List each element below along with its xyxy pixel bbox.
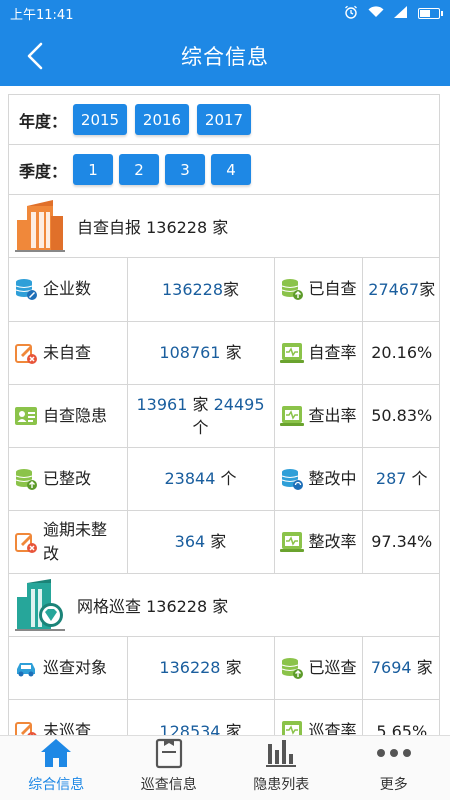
alarm-icon (344, 5, 358, 22)
database-up-icon (279, 276, 305, 302)
main-content[interactable]: 年度： 2015 2016 2017 季度： 1 2 3 4 自查自报 1362… (8, 94, 440, 735)
value-rectified: 23844 (164, 469, 216, 488)
label-check-rate: 自查率 (308, 342, 357, 362)
status-time: 上午11:41 (10, 7, 74, 23)
value-detect-rate: 50.83% (371, 406, 433, 425)
status-bar: 上午11:41 (0, 0, 450, 26)
year-button-2017[interactable]: 2017 (197, 104, 252, 135)
value-checked: 27467 (368, 279, 420, 299)
tab-label: 综合信息 (28, 777, 85, 793)
database-up-icon (13, 466, 39, 492)
edit-cancel-icon (13, 718, 39, 735)
value-unchecked: 108761 (159, 343, 221, 362)
value-rectify-rate: 97.34% (371, 532, 433, 551)
database-icon (13, 276, 39, 302)
label-patrolled: 已巡查 (308, 657, 357, 677)
wifi-icon (368, 5, 384, 21)
bar-chart-icon (265, 736, 297, 770)
value-patrol-rate: 5.65% (376, 721, 428, 736)
value-hazard-items: 24495 (213, 394, 265, 414)
nav-bar: 综合信息 (0, 26, 450, 86)
label-checked: 已自查 (308, 279, 357, 299)
more-icon (376, 736, 412, 770)
tab-label: 隐患列表 (253, 777, 310, 793)
building-icon (15, 200, 65, 252)
quarter-button-3[interactable]: 3 (165, 154, 206, 185)
self-check-table: 企业数 136228家 已自查 27467家 未自查 108761 家 自查率 … (9, 258, 439, 574)
quarter-button-1[interactable]: 1 (73, 154, 114, 185)
label-overdue: 逾期未整改 (43, 519, 108, 563)
tab-label: 巡查信息 (140, 777, 197, 793)
chevron-left-icon (27, 42, 43, 70)
table-row: 自查隐患 13961 家 24495 个 查出率 50.83% (9, 383, 439, 448)
id-card-icon (13, 403, 39, 429)
monitor-icon (279, 340, 305, 366)
table-row: 未巡查 128534 家 巡查率 5.65% (9, 699, 439, 736)
battery-icon (418, 7, 443, 19)
tab-label: 更多 (379, 777, 408, 793)
table-row: 已整改 23844 个 整改中 287 个 (9, 446, 439, 511)
value-overdue: 364 (174, 532, 206, 551)
edit-cancel-icon (13, 340, 39, 366)
self-check-title: 自查自报 136228 家 (77, 218, 229, 237)
database-up-icon (279, 655, 305, 681)
building-shield-icon (15, 578, 65, 631)
label-unchecked: 未自查 (43, 342, 92, 362)
table-row: 未自查 108761 家 自查率 20.16% (9, 320, 439, 385)
label-not-patrolled: 未巡查 (43, 721, 92, 735)
clipboard-icon (154, 736, 184, 770)
label-hazards: 自查隐患 (43, 405, 108, 425)
value-rectifying: 287 (375, 469, 407, 488)
year-label: 年度： (19, 111, 68, 131)
home-icon (39, 736, 73, 770)
label-rectifying: 整改中 (308, 468, 357, 488)
tab-overview[interactable]: 综合信息 (0, 736, 113, 800)
status-icons (344, 5, 443, 22)
value-hazard-companies: 13961 (136, 394, 188, 414)
value-patrol-target: 136228 (159, 658, 221, 678)
quarter-filter-row: 季度： 1 2 3 4 (9, 145, 439, 195)
label-patrol-rate: 巡查率 (308, 721, 357, 735)
car-icon (13, 655, 39, 681)
label-detect-rate: 查出率 (308, 405, 357, 425)
label-enterprise-count: 企业数 (43, 279, 92, 299)
bottom-tab-bar: 综合信息 巡查信息 隐患列表 更多 (0, 735, 450, 800)
label-rectify-rate: 整改率 (308, 531, 357, 551)
label-patrol-target: 巡查对象 (43, 657, 108, 677)
edit-cancel-icon (13, 529, 39, 555)
year-button-2016[interactable]: 2016 (135, 104, 190, 135)
back-button[interactable] (20, 40, 50, 72)
monitor-icon (279, 718, 305, 735)
table-row: 企业数 136228家 已自查 27467家 (9, 258, 439, 322)
year-button-2015[interactable]: 2015 (73, 104, 128, 135)
tab-patrol-info[interactable]: 巡查信息 (113, 736, 226, 800)
monitor-icon (279, 529, 305, 555)
table-row: 逾期未整改 364 家 整改率 97.34% (9, 509, 439, 574)
value-enterprise-count: 136228 (161, 279, 224, 299)
signal-icon (394, 5, 408, 21)
grid-patrol-title: 网格巡查 136228 家 (77, 596, 229, 616)
monitor-icon (279, 403, 305, 429)
database-sync-icon (279, 466, 305, 492)
value-patrolled: 7694 (370, 658, 412, 678)
quarter-label: 季度： (19, 161, 68, 181)
quarter-button-2[interactable]: 2 (119, 154, 160, 185)
year-filter-row: 年度： 2015 2016 2017 (9, 95, 439, 145)
self-check-header: 自查自报 136228 家 (9, 195, 439, 258)
tab-hazard-list[interactable]: 隐患列表 (225, 736, 338, 800)
grid-patrol-table: 巡查对象 136228 家 已巡查 7694 家 未巡查 128534 家 巡查… (9, 636, 439, 736)
label-rectified: 已整改 (43, 468, 92, 488)
table-row: 巡查对象 136228 家 已巡查 7694 家 (9, 636, 439, 700)
grid-patrol-header: 网格巡查 136228 家 (9, 574, 439, 637)
quarter-button-4[interactable]: 4 (211, 154, 252, 185)
value-check-rate: 20.16% (371, 343, 433, 362)
page-title: 综合信息 (181, 45, 269, 69)
tab-more[interactable]: 更多 (338, 736, 450, 800)
value-not-patrolled: 128534 (159, 721, 221, 736)
